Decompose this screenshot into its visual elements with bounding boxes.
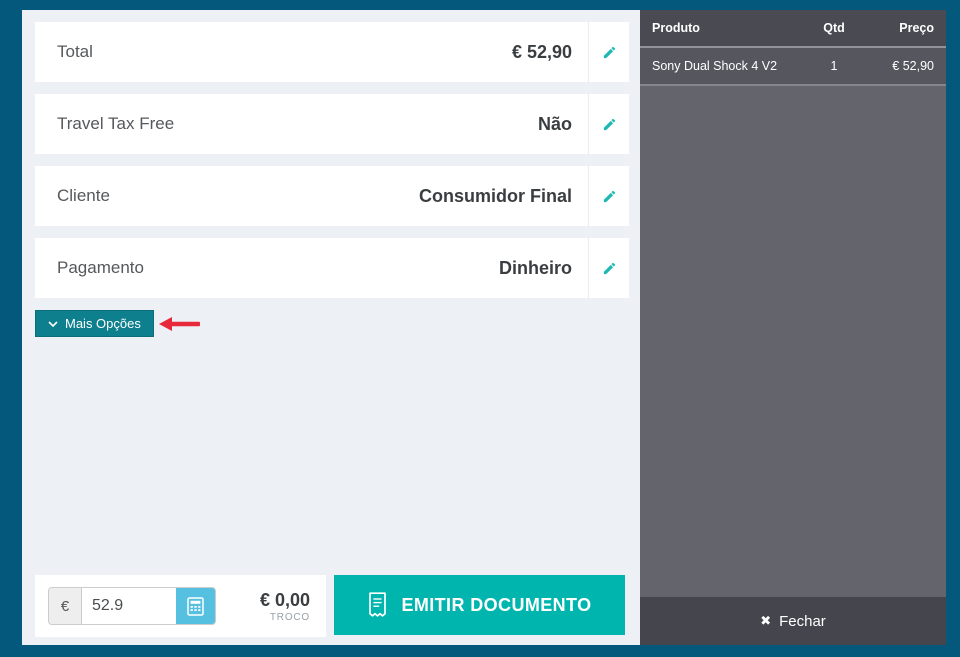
cart-item-price: € 52,90 (864, 59, 934, 73)
payment-bar: € € 0,00 TROCO (35, 575, 625, 637)
change-value: € 0,00 (260, 589, 310, 612)
checkout-panel: Total € 52,90 Travel Tax Free Não Client… (22, 10, 640, 645)
more-options-button[interactable]: Mais Opções (35, 310, 154, 337)
pencil-icon (602, 45, 617, 60)
calculator-button[interactable] (176, 588, 215, 624)
change-display: € 0,00 TROCO (260, 589, 313, 623)
edit-travel-tax-free-button[interactable] (588, 94, 629, 154)
more-options-label: Mais Opções (65, 316, 141, 331)
payment-amount-card: € € 0,00 TROCO (35, 575, 326, 637)
summary-row-pagamento: Pagamento Dinheiro (35, 238, 629, 298)
cart-item-product: Sony Dual Shock 4 V2 (652, 59, 804, 73)
chevron-down-icon (48, 321, 58, 327)
total-value: € 52,90 (512, 42, 588, 63)
cliente-label: Cliente (35, 186, 110, 206)
travel-tax-free-label: Travel Tax Free (35, 114, 174, 134)
options-line: Mais Opções (35, 310, 629, 337)
travel-tax-free-value: Não (538, 114, 588, 135)
document-icon (367, 592, 388, 618)
close-button[interactable]: ✖ Fechar (640, 597, 946, 645)
cliente-value: Consumidor Final (419, 186, 588, 207)
column-header-preco: Preço (864, 21, 934, 35)
cart-panel: Produto Qtd Preço Sony Dual Shock 4 V2 1… (640, 10, 946, 645)
currency-addon: € (49, 588, 82, 624)
amount-input[interactable] (82, 588, 176, 624)
summary-row-travel-tax-free: Travel Tax Free Não (35, 94, 629, 154)
column-header-produto: Produto (652, 21, 804, 35)
pagamento-value: Dinheiro (499, 258, 588, 279)
pagamento-label: Pagamento (35, 258, 144, 278)
change-label: TROCO (260, 612, 310, 623)
summary-row-total: Total € 52,90 (35, 22, 629, 82)
calculator-icon (187, 597, 204, 616)
edit-pagamento-button[interactable] (588, 238, 629, 298)
emit-document-label: EMITIR DOCUMENTO (401, 595, 591, 616)
emit-document-button[interactable]: EMITIR DOCUMENTO (334, 575, 625, 635)
total-label: Total (35, 42, 93, 62)
column-header-qtd: Qtd (804, 21, 864, 35)
cart-empty-area (640, 86, 946, 597)
red-arrow-annotation (159, 316, 201, 332)
close-icon: ✖ (760, 613, 771, 629)
edit-total-button[interactable] (588, 22, 629, 82)
cart-table-header: Produto Qtd Preço (640, 10, 946, 48)
close-label: Fechar (779, 613, 826, 630)
pencil-icon (602, 117, 617, 132)
cart-item-qty: 1 (804, 59, 864, 73)
cart-item-row[interactable]: Sony Dual Shock 4 V2 1 € 52,90 (640, 48, 946, 86)
amount-input-group: € (48, 587, 216, 625)
summary-row-cliente: Cliente Consumidor Final (35, 166, 629, 226)
pencil-icon (602, 261, 617, 276)
pencil-icon (602, 189, 617, 204)
edit-cliente-button[interactable] (588, 166, 629, 226)
pos-dialog: Total € 52,90 Travel Tax Free Não Client… (22, 10, 946, 645)
